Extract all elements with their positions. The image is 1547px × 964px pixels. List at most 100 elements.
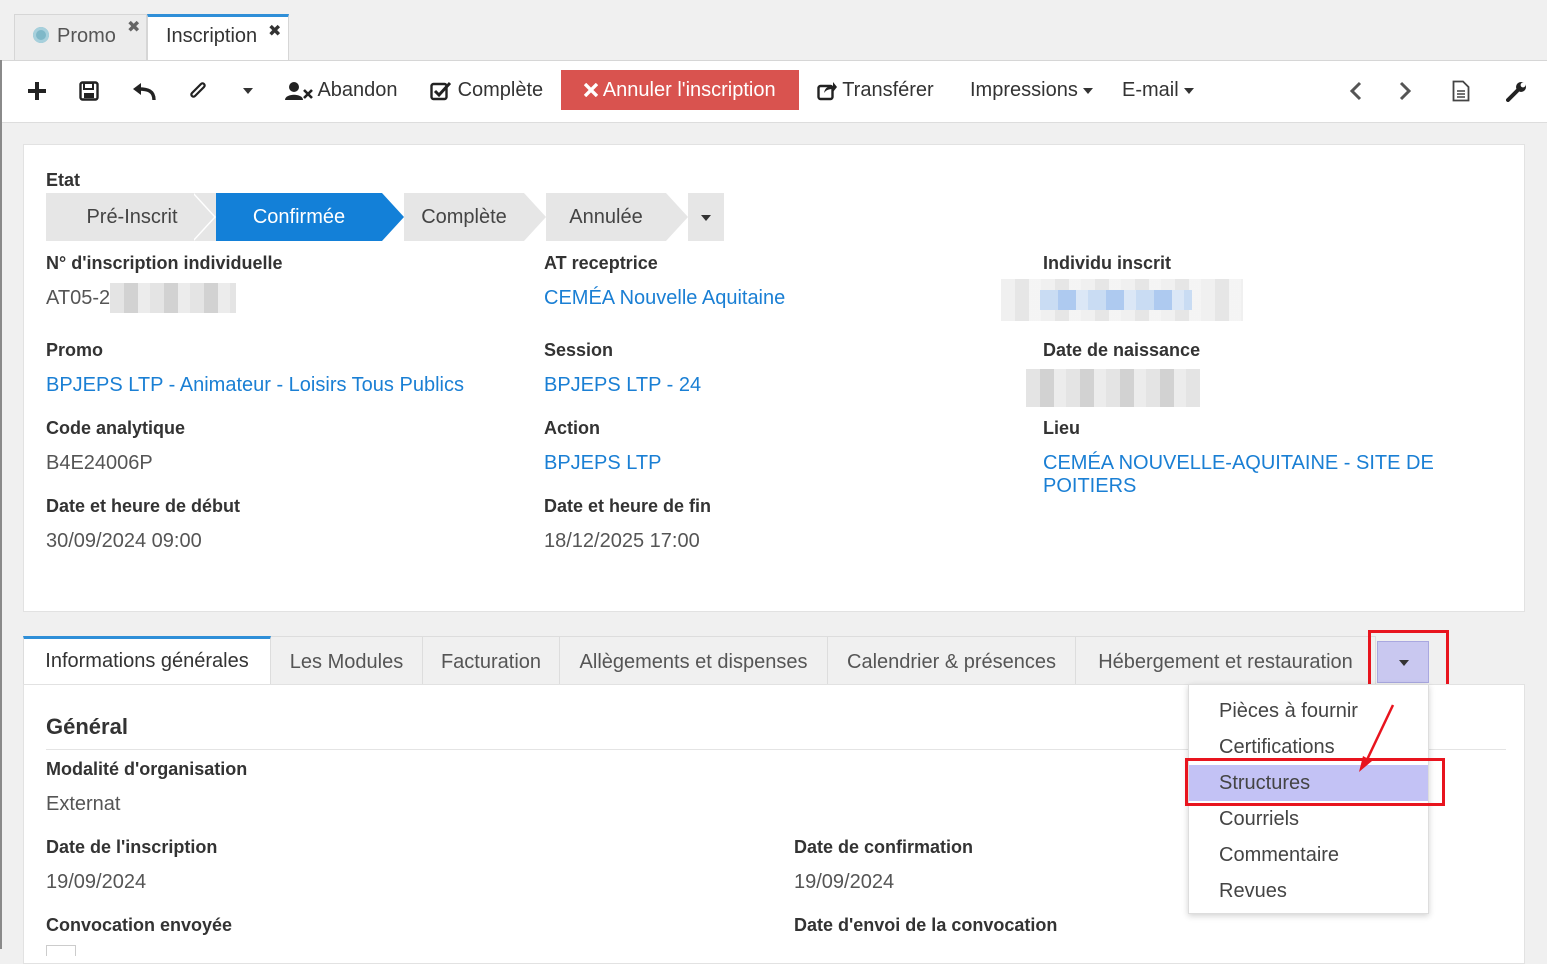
abandon-button[interactable]: Abandon [285,61,398,122]
redacted-individu-link[interactable] [1040,290,1192,310]
caret-down-icon [243,87,253,94]
step-annulee[interactable]: Annulée [546,193,666,241]
next-button[interactable] [1398,61,1412,122]
user-remove-icon [285,81,313,100]
window-tab-label: Inscription [166,25,258,47]
share-icon [817,81,837,100]
date-envoi-label: Date d'envoi de la convocation [794,915,1058,935]
email-label: E-mail [1122,79,1179,101]
code-value: B4E24006P [46,452,153,474]
window-left-border [0,0,2,949]
annotation-highlight-box [1368,630,1449,690]
document-icon [1452,80,1470,102]
end-date-value: 18/12/2025 17:00 [544,530,700,552]
chevron-left-icon [1349,81,1362,100]
lieu-label: Lieu [1043,418,1081,438]
step-confirmee[interactable]: Confirmée [216,193,382,241]
email-dropdown[interactable]: E-mail [1122,61,1194,122]
step-separator [666,193,688,241]
at-link[interactable]: CEMÉA Nouvelle Aquitaine [544,287,785,310]
close-icon[interactable]: ✖ [268,21,281,41]
tab-calendrier[interactable]: Calendrier & présences [828,636,1076,685]
modalite-label: Modalité d'organisation [46,759,248,779]
caret-down-icon [701,214,711,221]
chevron-right-icon [1399,81,1412,100]
redacted-number [110,283,236,313]
lieu-link[interactable]: CEMÉA NOUVELLE-AQUITAINE - SITE DE POITI… [1043,452,1524,498]
code-label: Code analytique [46,418,186,438]
transfer-label: Transférer [842,79,934,101]
step-more-dropdown[interactable] [688,193,724,241]
plus-icon [28,81,46,100]
convocation-checkbox[interactable] [46,945,76,956]
date-confirmation-value: 19/09/2024 [794,871,895,893]
modalite-value: Externat [46,793,121,815]
menu-item-commentaire[interactable]: Commentaire [1189,837,1428,873]
complete-label: Complète [457,79,544,101]
promo-label: Promo [46,340,104,360]
date-inscription-label: Date de l'inscription [46,837,218,857]
step-separator [382,193,404,241]
menu-item-revues[interactable]: Revues [1189,873,1428,909]
redacted-birth-date [1026,369,1200,407]
promo-link[interactable]: BPJEPS LTP - Animateur - Loisirs Tous Pu… [46,374,464,397]
window-tab-bar: Promo ✖ Inscription ✖ [0,0,1547,61]
action-label: Action [544,418,600,438]
previous-button[interactable] [1349,61,1363,122]
close-icon[interactable]: ✖ [127,17,140,37]
cancel-inscription-button[interactable]: Annuler l'inscription [561,70,799,110]
close-icon [584,82,599,98]
document-button[interactable] [1452,61,1470,122]
step-separator [524,193,546,241]
tab-facturation[interactable]: Facturation [423,636,560,685]
check-square-icon [430,81,452,100]
end-date-label: Date et heure de fin [544,496,712,516]
settings-button[interactable] [1506,61,1528,122]
paperclip-icon [190,81,206,98]
wrench-icon [1506,81,1526,102]
content-tabs: Informations générales Les Modules Factu… [23,636,1525,685]
transfer-button[interactable]: Transférer [817,61,934,122]
state-label: Etat [46,170,81,190]
inscription-form: Etat Pré-Inscrit Confirmée Complète Annu… [23,144,1525,612]
add-button[interactable] [28,61,46,122]
save-icon [79,81,99,101]
tab-informations-generales[interactable]: Informations générales [23,636,271,685]
start-date-value: 30/09/2024 09:00 [46,530,202,552]
individu-label: Individu inscrit [1043,253,1172,273]
gear-icon [33,27,49,43]
complete-button[interactable]: Complète [430,61,543,122]
annotation-arrow [1359,704,1395,772]
date-inscription-value: 19/09/2024 [46,871,147,893]
tab-modules[interactable]: Les Modules [271,636,423,685]
step-complete[interactable]: Complète [404,193,524,241]
at-label: AT receptrice [544,253,658,273]
save-button[interactable] [79,61,99,122]
num-inscription-label: N° d'inscription individuelle [46,253,283,273]
birth-date-label: Date de naissance [1043,340,1201,360]
section-title: Général [46,714,128,739]
attach-button[interactable] [188,61,208,122]
impressions-label: Impressions [970,79,1078,101]
caret-down-icon [1082,87,1093,94]
window-tab-inscription[interactable]: Inscription ✖ [147,14,289,61]
action-link[interactable]: BPJEPS LTP [544,452,661,475]
cancel-inscription-label: Annuler l'inscription [602,79,776,101]
tab-allegements[interactable]: Allègements et dispenses [560,636,828,685]
session-label: Session [544,340,614,360]
session-link[interactable]: BPJEPS LTP - 24 [544,374,701,397]
undo-icon [133,82,156,100]
num-inscription-value: AT05-2 [46,287,111,309]
more-actions-dropdown[interactable] [238,61,253,122]
impressions-dropdown[interactable]: Impressions [970,61,1093,122]
convocation-label: Convocation envoyée [46,915,233,935]
undo-button[interactable] [132,61,156,122]
date-confirmation-label: Date de confirmation [794,837,974,857]
caret-down-icon [1183,87,1194,94]
start-date-label: Date et heure de début [46,496,241,516]
step-separator [192,193,214,241]
toolbar: Abandon Complète Annuler l'inscription T… [2,60,1547,123]
menu-item-courriels[interactable]: Courriels [1189,801,1428,837]
window-tab-promo[interactable]: Promo ✖ [14,14,147,60]
tab-hebergement[interactable]: Hébergement et restauration [1076,636,1376,685]
